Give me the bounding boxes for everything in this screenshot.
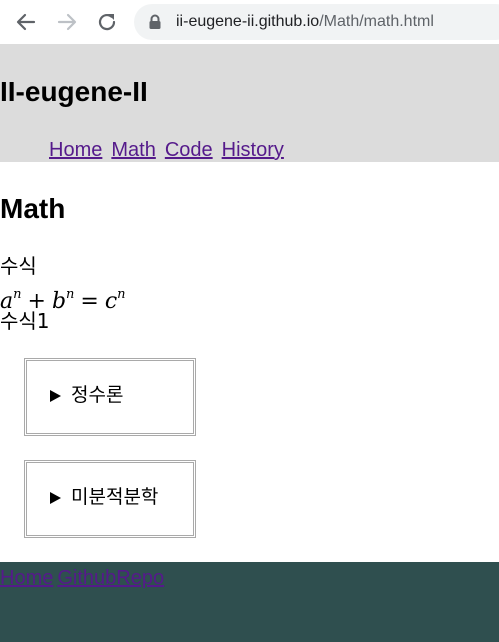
nav-link-home[interactable]: Home (49, 139, 102, 161)
formula-label-2: 수식1 (0, 309, 50, 333)
arrow-right-icon (57, 13, 77, 31)
details-number-theory[interactable]: 정수론 (24, 358, 196, 436)
nav-link-history[interactable]: History (222, 139, 284, 161)
details-summary-label: 미분적분학 (71, 486, 159, 508)
arrow-left-icon (16, 13, 36, 31)
footer-link-github-repo[interactable]: GithubRepo (57, 567, 164, 589)
disclosure-triangle-icon (50, 390, 61, 402)
url-host: ii-eugene-ii.github.io (176, 13, 320, 30)
details-summary-label: 정수론 (71, 384, 124, 406)
address-bar[interactable]: ii-eugene-ii.github.io/Math/math.html (134, 4, 499, 40)
details-calculus[interactable]: 미분적분학 (24, 460, 196, 538)
page-title: Math (0, 193, 66, 224)
url-text: ii-eugene-ii.github.io/Math/math.html (176, 12, 434, 32)
reload-icon (98, 13, 116, 31)
lock-icon (149, 14, 161, 29)
back-button[interactable] (12, 8, 40, 36)
site-header: II-eugene-II Home Math Code History (0, 44, 499, 162)
nav-link-math[interactable]: Math (111, 139, 155, 161)
site-nav: Home Math Code History (49, 138, 293, 162)
reload-button[interactable] (93, 8, 121, 36)
footer-links: Home GithubRepo (0, 566, 168, 590)
site-title: II-eugene-II (0, 76, 148, 107)
footer-link-home[interactable]: Home (0, 567, 53, 589)
nav-link-code[interactable]: Code (165, 139, 213, 161)
formula-label: 수식 (0, 254, 37, 278)
site-footer: Home GithubRepo (0, 562, 499, 642)
browser-toolbar: ii-eugene-ii.github.io/Math/math.html (0, 0, 499, 44)
disclosure-triangle-icon (50, 492, 61, 504)
url-path: /Math/math.html (319, 13, 434, 30)
forward-button[interactable] (53, 8, 81, 36)
